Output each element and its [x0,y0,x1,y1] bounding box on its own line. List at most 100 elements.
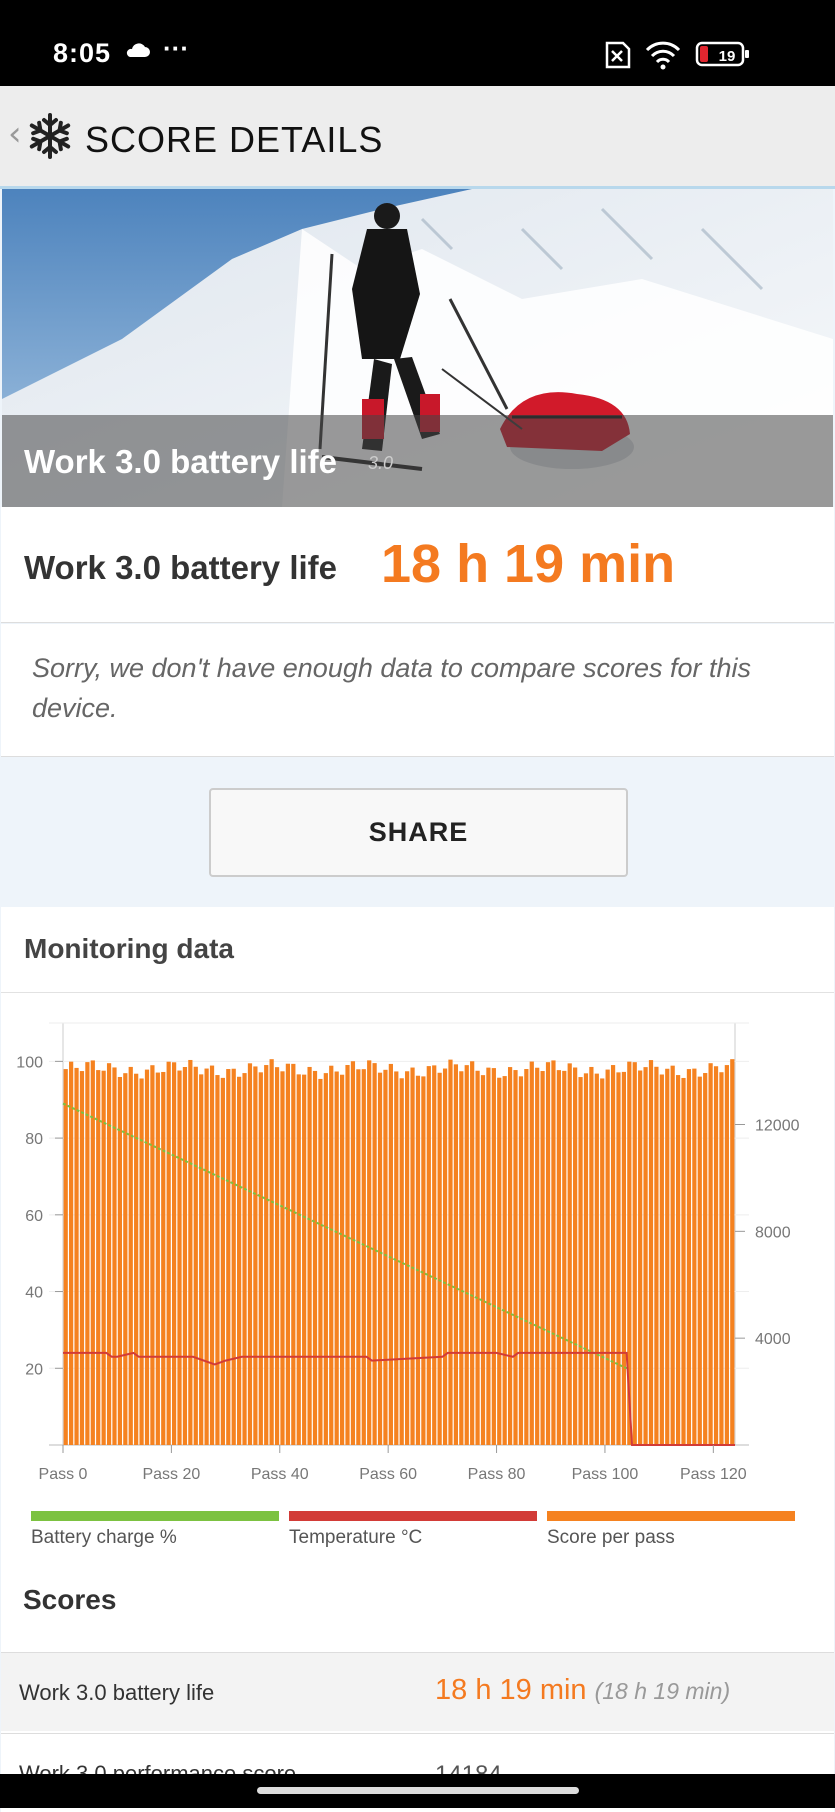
score-bar [491,1068,496,1445]
score-bar [719,1072,724,1445]
score-bar [643,1067,648,1445]
score-bar [437,1072,442,1445]
score-bar [155,1072,160,1445]
app-bar: ‹ SCORE DETAILS [0,86,835,189]
score-bar [204,1068,209,1445]
score-bar [448,1059,453,1445]
score-value-main: 18 h 19 min [435,1674,587,1706]
x-tick-label: Pass 60 [359,1466,417,1483]
score-bar [280,1071,285,1445]
score-bar [253,1066,258,1445]
score-bar [421,1076,426,1445]
status-bar: 8:05 ··· 19 [0,0,835,86]
score-bar [600,1078,605,1445]
score-bar [535,1067,540,1445]
score-bar [470,1061,475,1445]
score-bar [90,1060,95,1445]
score-bar [513,1070,518,1445]
score-bar [193,1066,198,1445]
score-bar [69,1061,74,1445]
score-bar [134,1073,139,1445]
score-bar [274,1067,280,1445]
score-bar [453,1064,459,1445]
y-right-tick-label: 4000 [755,1331,791,1348]
score-bar [394,1071,399,1445]
score-bar [475,1070,480,1445]
score-bar [659,1074,664,1445]
score-bar [117,1076,123,1445]
legend-swatch-temperature [289,1511,537,1521]
score-bar [312,1070,318,1445]
score-bar [226,1069,231,1445]
score-bar [258,1072,263,1445]
score-bar [318,1078,323,1445]
score-bar [415,1075,421,1445]
status-icons: 19 [605,41,749,70]
score-bar [497,1077,502,1445]
score-bar [573,1067,578,1445]
score-bar [567,1063,572,1445]
more-notifications-icon: ··· [163,33,189,63]
score-bar [426,1066,431,1445]
score-bar [166,1061,171,1445]
y-left-tick-label: 60 [25,1208,43,1225]
score-bar [383,1069,388,1445]
result-card: Work 3.0 battery life 18 h 19 min [1,507,834,623]
notice-text: Sorry, we don't have enough data to comp… [32,653,752,723]
score-bar [648,1060,654,1445]
score-bar [123,1073,128,1445]
score-bar [231,1068,236,1445]
score-bar [101,1070,106,1445]
score-bar [730,1059,735,1445]
score-bar [215,1075,220,1445]
x-tick-label: Pass 0 [39,1466,88,1483]
score-bar [724,1065,729,1445]
score-bar [296,1074,301,1445]
y-right-tick-label: 12000 [755,1117,800,1134]
back-chevron-icon[interactable]: ‹ [8,114,22,154]
result-value: 18 h 19 min [381,534,676,594]
monitoring-chart: 20 40 60 80 100 4000 8000 12000 Pass 0 Pass 20 Pas… [16,1022,800,1483]
score-bar [524,1069,529,1445]
score-bar [209,1065,215,1445]
score-bar [350,1061,356,1445]
score-bar [307,1066,312,1445]
score-bar [269,1059,274,1445]
score-bar [323,1073,328,1445]
score-bar [562,1070,567,1445]
score-bar [177,1070,182,1445]
score-bar [356,1069,361,1445]
y-left-tick-label: 40 [25,1285,43,1302]
share-button[interactable]: SHARE [209,788,628,877]
score-bar [632,1062,637,1445]
score-bar [74,1067,79,1445]
legend-swatch-battery [31,1511,279,1521]
y-left-tick-label: 20 [25,1361,43,1378]
legend-score: Score per pass [547,1511,795,1549]
x-tick-label: Pass 40 [251,1466,309,1483]
score-bar [486,1067,491,1445]
legend-swatch-score [547,1511,795,1521]
hero-label: Work 3.0 battery life 3.0 [2,415,833,507]
score-bar [220,1077,225,1445]
score-bar [144,1069,150,1445]
legend-temperature: Temperature °C [289,1511,537,1549]
score-bar [171,1062,177,1445]
score-bar [670,1065,675,1445]
score-bar [410,1067,415,1445]
score-bar [150,1065,155,1445]
page-title: SCORE DETAILS [85,119,384,160]
score-name: Work 3.0 battery life [19,1680,215,1705]
monitoring-header: Monitoring data [1,907,834,994]
home-gesture-handle[interactable] [257,1787,579,1794]
score-bar [621,1071,627,1445]
score-value-sub: (18 h 19 min) [594,1678,731,1704]
score-bar [502,1076,507,1445]
score-bar [529,1061,534,1445]
score-bar [480,1075,486,1445]
score-bar [63,1069,68,1445]
score-bar [594,1073,599,1445]
score-bar [578,1077,583,1445]
x-tick-label: Pass 120 [680,1466,747,1483]
y-left-tick-label: 100 [16,1054,43,1071]
